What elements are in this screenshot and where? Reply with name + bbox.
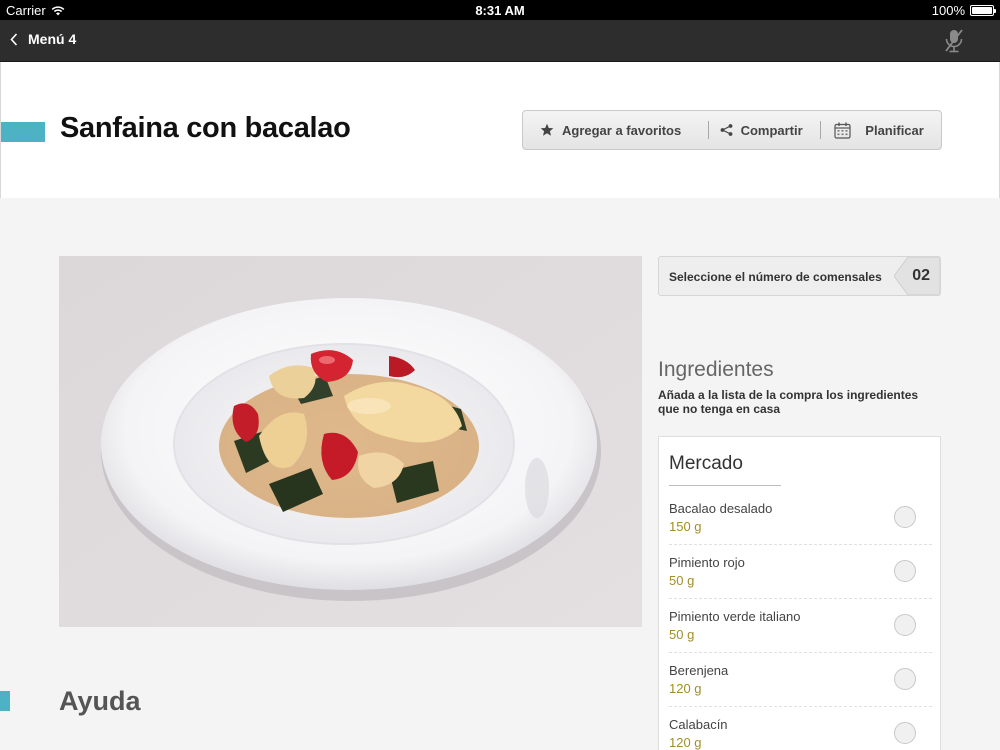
ingredient-item: Pimiento verde italiano 50 g [669, 599, 932, 653]
ingredient-item: Berenjena 120 g [669, 653, 932, 707]
ingredient-qty: 50 g [669, 627, 695, 642]
battery-info: 100% [931, 3, 996, 18]
calendar-icon [834, 122, 851, 139]
battery-icon [970, 5, 996, 16]
market-list: Mercado Bacalao desalado 150 g Pimiento … [658, 436, 941, 750]
ingredient-checkbox[interactable] [894, 560, 916, 582]
servings-label: Seleccione el número de comensales [669, 270, 882, 284]
ingredient-name: Bacalao desalado [669, 501, 773, 516]
share-icon [720, 124, 732, 136]
chevron-left-icon [10, 32, 18, 46]
status-bar: Carrier 8:31 AM 100% [0, 0, 1000, 20]
ingredient-qty: 50 g [669, 573, 695, 588]
plan-label: Planificar [865, 122, 924, 138]
servings-value: 02 [912, 267, 930, 284]
back-button[interactable]: Menú 4 [10, 31, 76, 47]
ingredient-name: Pimiento rojo [669, 555, 745, 570]
status-time: 8:31 AM [475, 3, 525, 18]
add-favorites-label: Agregar a favoritos [562, 122, 682, 138]
help-accent-bar [0, 691, 10, 711]
ingredient-name: Pimiento verde italiano [669, 609, 801, 624]
ingredient-item: Calabacín 120 g [669, 707, 932, 750]
ingredient-checkbox[interactable] [894, 722, 916, 744]
star-icon [540, 123, 554, 136]
ingredient-qty: 150 g [669, 519, 702, 534]
microphone-muted-icon[interactable] [942, 28, 966, 54]
ingredient-item: Bacalao desalado 150 g [669, 491, 932, 545]
ingredient-qty: 120 g [669, 735, 702, 750]
share-button[interactable]: Compartir [709, 111, 821, 149]
back-label: Menú 4 [28, 31, 77, 47]
market-title-underline [669, 485, 781, 486]
market-title: Mercado [669, 453, 743, 474]
servings-selector[interactable]: Seleccione el número de comensales 02 [658, 256, 941, 296]
ingredient-name: Calabacín [669, 717, 728, 732]
recipe-title: Sanfaina con bacalao [60, 112, 351, 144]
ingredient-qty: 120 g [669, 681, 702, 696]
recipe-actions: Agregar a favoritos Compartir Planificar [522, 110, 942, 150]
share-label: Compartir [740, 122, 803, 138]
battery-percent: 100% [931, 3, 965, 18]
ingredient-checkbox[interactable] [894, 668, 916, 690]
ingredient-item: Pimiento rojo 50 g [669, 545, 932, 599]
add-favorites-button[interactable]: Agregar a favoritos [523, 111, 708, 149]
nav-bar: Menú 4 [0, 20, 1000, 62]
servings-value-box[interactable]: 02 [894, 257, 940, 295]
help-heading: Ayuda [59, 686, 141, 716]
ingredients-heading: Ingredientes [658, 358, 774, 381]
ingredients-note: Añada a la lista de la compra los ingred… [658, 388, 919, 416]
recipe-photo [59, 256, 642, 627]
ingredient-checkbox[interactable] [894, 506, 916, 528]
title-accent-bar [1, 122, 45, 142]
recipe-header: Sanfaina con bacalao Agregar a favoritos… [0, 62, 1000, 198]
ingredient-name: Berenjena [669, 663, 729, 678]
ingredient-checkbox[interactable] [894, 614, 916, 636]
plan-button[interactable]: Planificar [821, 111, 941, 149]
